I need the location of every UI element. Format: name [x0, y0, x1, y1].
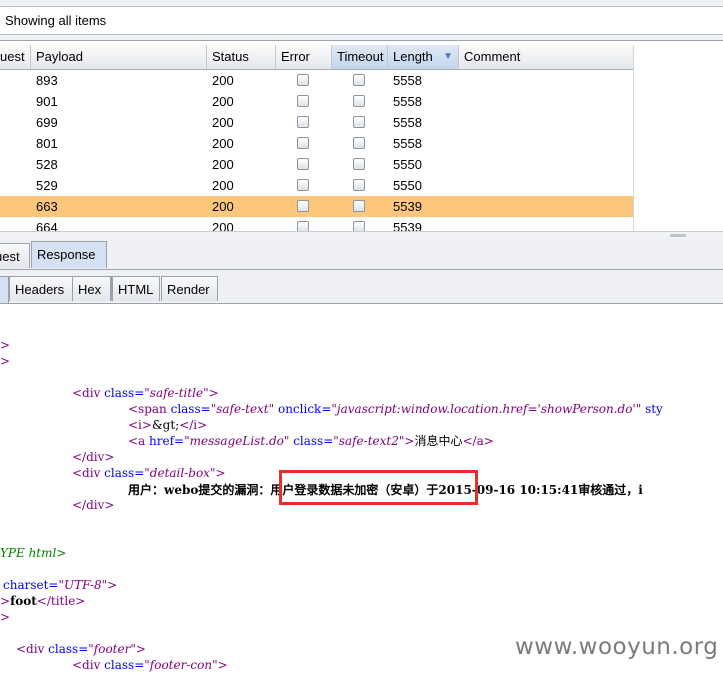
- tab-raw[interactable]: [0, 276, 9, 303]
- watermark: www.wooyun.org: [515, 634, 719, 660]
- column-header-payload[interactable]: Payload: [31, 45, 207, 69]
- tab-html[interactable]: HTML: [112, 276, 160, 301]
- payload-cell: 664: [36, 220, 58, 231]
- payload-cell: 699: [36, 115, 58, 130]
- length-cell: 5558: [393, 136, 422, 151]
- payload-cell: 663: [36, 199, 58, 214]
- length-cell: 5539: [393, 220, 422, 231]
- status-cell: 200: [212, 220, 234, 231]
- view-tabs: Headers Hex HTML Render: [0, 270, 723, 304]
- column-header-comment[interactable]: Comment: [459, 45, 633, 69]
- column-header-timeout[interactable]: Timeout: [332, 45, 388, 69]
- tab-request[interactable]: uest: [0, 243, 30, 268]
- tab-headers-label: Headers: [15, 282, 65, 297]
- length-cell: 5550: [393, 157, 422, 172]
- tab-response[interactable]: Response: [31, 241, 107, 268]
- timeout-checkbox[interactable]: [353, 116, 365, 128]
- code-line: YPE html>: [0, 546, 67, 560]
- error-checkbox[interactable]: [297, 221, 309, 231]
- status-cell: 200: [212, 199, 234, 214]
- tab-request-label: uest: [0, 249, 20, 264]
- code-line: <div class="detail-box">: [72, 466, 226, 480]
- length-cell: 5558: [393, 94, 422, 109]
- code-line: >: [0, 338, 11, 352]
- code-line: >: [0, 610, 11, 624]
- timeout-checkbox[interactable]: [353, 137, 365, 149]
- payload-cell: 529: [36, 178, 58, 193]
- timeout-checkbox[interactable]: [353, 95, 365, 107]
- code-line: </div>: [72, 450, 115, 464]
- column-header-status[interactable]: Status: [207, 45, 276, 69]
- highlight-annotation: [279, 470, 478, 505]
- error-checkbox[interactable]: [297, 179, 309, 191]
- status-cell: 200: [212, 73, 234, 88]
- status-cell: 200: [212, 136, 234, 151]
- code-line: <i>&gt;</i>: [128, 418, 208, 432]
- timeout-checkbox[interactable]: [353, 179, 365, 191]
- message-tabs: uest Response: [0, 239, 723, 270]
- filter-field[interactable]: Showing all items: [0, 6, 723, 35]
- filter-status-text: Showing all items: [5, 13, 107, 28]
- code-line: </div>: [72, 498, 115, 512]
- table-side-panel: [633, 45, 723, 231]
- length-cell: 5550: [393, 178, 422, 193]
- code-line: <div class="footer">: [16, 642, 146, 656]
- code-line: charset="UTF-8">: [3, 578, 118, 592]
- code-line: >: [0, 354, 11, 368]
- column-header-length-label: Length: [393, 49, 433, 64]
- tab-render-label: Render: [167, 282, 210, 297]
- timeout-checkbox[interactable]: [353, 74, 365, 86]
- table-header: uest Payload Status Error Timeout Length…: [0, 45, 633, 70]
- error-checkbox[interactable]: [297, 95, 309, 107]
- column-header-length[interactable]: Length ▼: [388, 45, 459, 69]
- error-checkbox[interactable]: [297, 74, 309, 86]
- timeout-checkbox[interactable]: [353, 221, 365, 231]
- length-cell: 5539: [393, 199, 422, 214]
- code-line: <div class="safe-title">: [72, 386, 219, 400]
- payload-cell: 901: [36, 94, 58, 109]
- table-row[interactable]: 893 200 5558: [0, 70, 633, 91]
- length-cell: 5558: [393, 73, 422, 88]
- tab-hex[interactable]: Hex: [72, 276, 111, 301]
- tab-render[interactable]: Render: [161, 276, 218, 301]
- splitter-grip-icon[interactable]: [670, 234, 686, 237]
- error-checkbox[interactable]: [297, 158, 309, 170]
- status-cell: 200: [212, 94, 234, 109]
- sort-descending-icon: ▼: [443, 51, 453, 62]
- code-line: <span class="safe-text" onclick="javascr…: [128, 402, 663, 416]
- payload-cell: 801: [36, 136, 58, 151]
- table-row[interactable]: 663 200 5539: [0, 196, 633, 217]
- error-checkbox[interactable]: [297, 137, 309, 149]
- column-header-error[interactable]: Error: [276, 45, 332, 69]
- tab-hex-label: Hex: [78, 282, 102, 297]
- tab-response-label: Response: [37, 247, 96, 262]
- results-table: uest Payload Status Error Timeout Length…: [0, 45, 633, 231]
- tab-html-label: HTML: [118, 282, 154, 297]
- payload-cell: 528: [36, 157, 58, 172]
- payload-cell: 893: [36, 73, 58, 88]
- table-row[interactable]: 529 200 5550: [0, 175, 633, 196]
- status-cell: 200: [212, 115, 234, 130]
- column-header-request[interactable]: uest: [0, 45, 31, 69]
- table-row[interactable]: 528 200 5550: [0, 154, 633, 175]
- code-line: <div class="footer-con">: [72, 658, 228, 672]
- code-line: >foot</title>: [0, 594, 86, 608]
- error-checkbox[interactable]: [297, 116, 309, 128]
- timeout-checkbox[interactable]: [353, 200, 365, 212]
- error-checkbox[interactable]: [297, 200, 309, 212]
- table-row[interactable]: 801 200 5558: [0, 133, 633, 154]
- filter-bar[interactable]: Showing all items: [0, 0, 723, 41]
- timeout-checkbox[interactable]: [353, 158, 365, 170]
- table-row[interactable]: 901 200 5558: [0, 91, 633, 112]
- code-line: <a href="messageList.do" class="safe-tex…: [128, 434, 494, 448]
- table-row[interactable]: 664 200 5539: [0, 217, 633, 231]
- status-cell: 200: [212, 157, 234, 172]
- table-row[interactable]: 699 200 5558: [0, 112, 633, 133]
- status-cell: 200: [212, 178, 234, 193]
- length-cell: 5558: [393, 115, 422, 130]
